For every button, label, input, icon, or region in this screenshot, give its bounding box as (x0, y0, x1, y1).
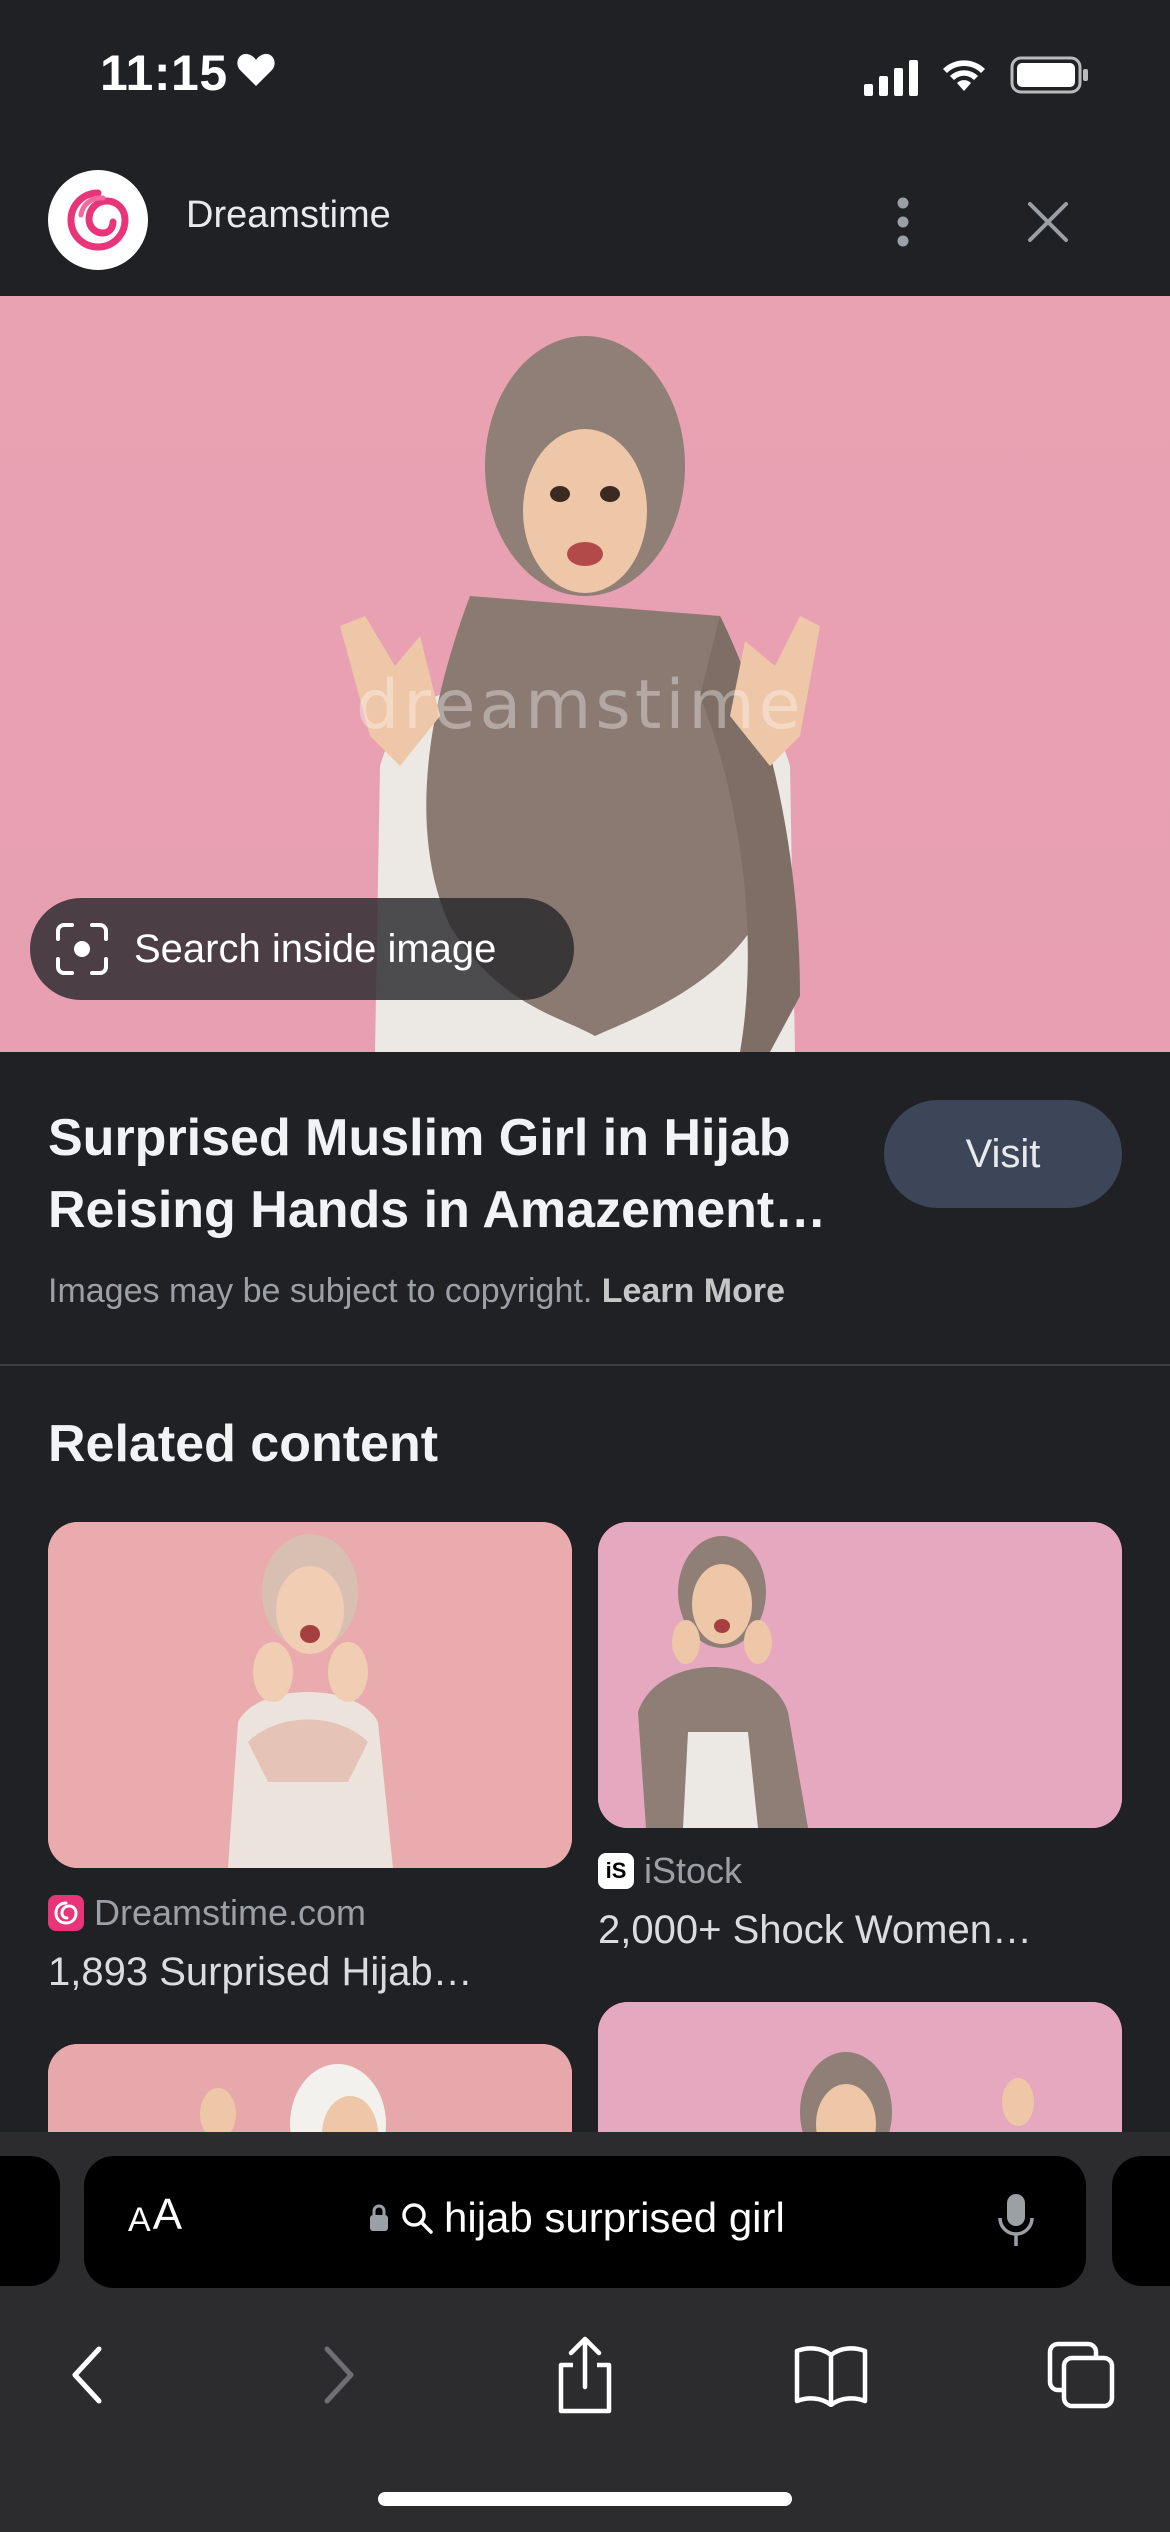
browser-toolbar: A A hijab surprised girl (0, 2132, 1170, 2532)
search-inside-image-button[interactable]: Search inside image (30, 898, 574, 1000)
related-card-source-label-1: Dreamstime.com (94, 1892, 367, 1933)
previous-tab-preview[interactable] (0, 2156, 60, 2286)
aa-large-label: A (152, 2190, 183, 2239)
back-button[interactable] (42, 2320, 132, 2430)
related-card-source-1[interactable]: Dreamstime.com (48, 1892, 366, 1934)
tabs-button[interactable] (1036, 2320, 1126, 2430)
close-button[interactable] (1018, 190, 1078, 254)
aa-small-label: A (128, 2201, 151, 2239)
copyright-text: Images may be subject to copyright. (48, 1272, 593, 1310)
more-options-button[interactable] (880, 190, 926, 254)
address-text: hijab surprised girl (444, 2194, 785, 2241)
related-photo-1 (48, 1522, 572, 1868)
search-inside-label: Search inside image (134, 926, 497, 971)
learn-more-link[interactable]: Learn More (602, 1272, 785, 1310)
related-card-title-1[interactable]: 1,893 Surprised Hijab… (48, 1950, 473, 1995)
related-card-image-1[interactable] (48, 1522, 572, 1868)
tabs-icon (1047, 2341, 1115, 2409)
search-icon (402, 2203, 433, 2234)
visit-button[interactable]: Visit (884, 1100, 1122, 1208)
source-header: Dreamstime (0, 150, 1170, 296)
watermark: dreamstime (356, 666, 805, 745)
voice-search-button[interactable] (996, 2192, 1036, 2255)
istock-favicon: iS (598, 1853, 634, 1889)
lens-icon (56, 923, 108, 975)
bookmarks-button[interactable] (786, 2320, 876, 2430)
result-info: Surprised Muslim Girl in Hijab Reising H… (0, 1052, 1170, 1364)
dreamstime-logo[interactable] (48, 170, 148, 270)
signal-icon (864, 59, 918, 96)
mic-icon (998, 2194, 1034, 2246)
hero-image[interactable]: dreamstime Search inside image (0, 296, 1170, 1052)
page-settings-button[interactable]: A A (128, 2190, 182, 2240)
related-card-source-label-2: iStock (644, 1850, 743, 1891)
related-photo-2 (598, 1522, 1122, 1828)
forward-icon (324, 2346, 354, 2404)
related-heading: Related content (48, 1415, 439, 1473)
forward-button[interactable] (294, 2320, 384, 2430)
related-card-source-2[interactable]: iS iStock (598, 1850, 742, 1892)
status-time: 11:15 (100, 45, 228, 101)
copyright-notice: Images may be subject to copyright. Lear… (48, 1272, 785, 1311)
related-card-title-2[interactable]: 2,000+ Shock Women… (598, 1908, 1032, 1953)
related-card-image-2[interactable] (598, 1522, 1122, 1828)
next-tab-preview[interactable] (1112, 2156, 1170, 2286)
lock-icon (370, 2204, 388, 2231)
source-name[interactable]: Dreamstime (186, 194, 391, 237)
share-icon (558, 2336, 612, 2414)
status-indicators (864, 56, 1090, 99)
close-icon (1028, 202, 1068, 242)
dreamstime-favicon (48, 1895, 84, 1931)
navigation-row (0, 2320, 1170, 2430)
address-field[interactable]: hijab surprised girl (368, 2194, 785, 2242)
section-divider (0, 1364, 1170, 1366)
status-time-group: 11:15 (100, 44, 276, 102)
back-icon (72, 2346, 102, 2404)
battery-icon (1010, 56, 1090, 99)
result-title[interactable]: Surprised Muslim Girl in Hijab Reising H… (48, 1102, 848, 1246)
share-button[interactable] (540, 2320, 630, 2430)
address-bar[interactable]: A A hijab surprised girl (84, 2156, 1086, 2288)
bookmarks-icon (794, 2346, 868, 2407)
status-bar: 11:15 (0, 0, 1170, 150)
wifi-icon (940, 57, 988, 98)
more-vert-icon (897, 197, 909, 247)
heart-icon (236, 52, 276, 95)
home-indicator[interactable] (378, 2492, 792, 2506)
